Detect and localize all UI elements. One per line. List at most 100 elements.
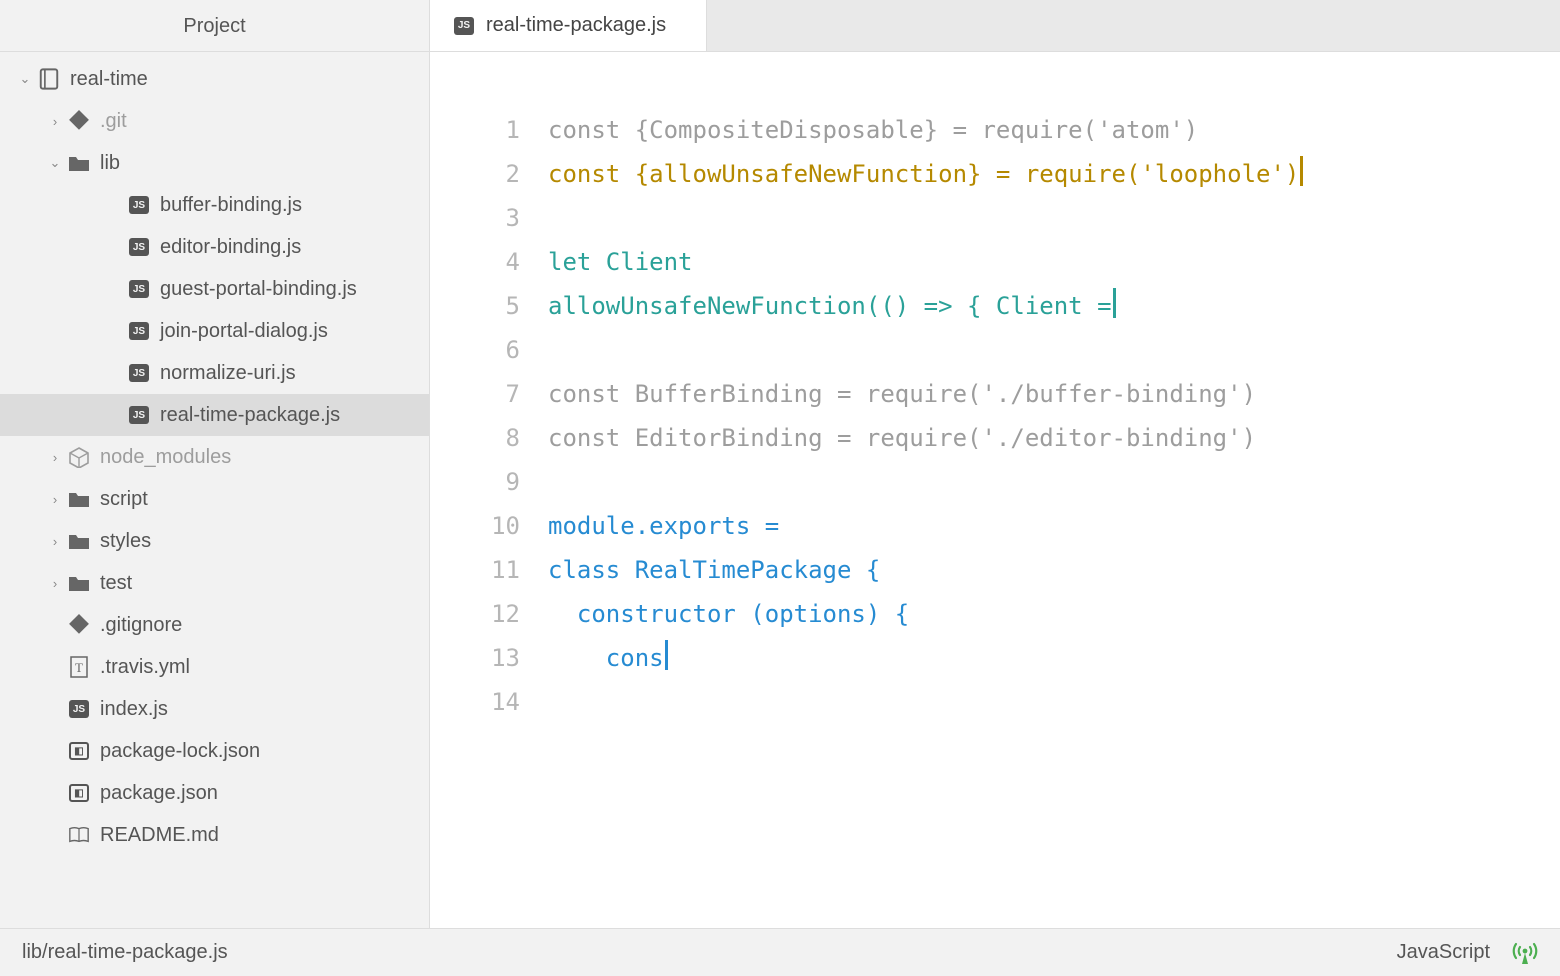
code-line[interactable]: const BufferBinding = require('./buffer-… [548,372,1560,416]
tree-item[interactable]: ⌄ real-time [0,58,429,100]
tree-item[interactable]: ›JSindex.js [0,688,429,730]
tree-item[interactable]: ›JSbuffer-binding.js [0,184,429,226]
tree-item[interactable]: ›JSnormalize-uri.js [0,352,429,394]
tree-item-label: styles [100,530,151,553]
tree-item[interactable]: ›.git [0,100,429,142]
line-number: 9 [430,460,520,504]
code-token: class RealTimePackage { [548,556,880,584]
pkg-icon [68,446,90,468]
repo-icon [38,68,60,90]
code-line[interactable]: class RealTimePackage { [548,548,1560,592]
code-line[interactable] [548,328,1560,372]
code-token: cons [548,644,664,672]
tree-item-label: lib [100,152,120,175]
svg-text:T: T [75,660,83,675]
line-number: 8 [430,416,520,460]
tree-item[interactable]: ⌄ lib [0,142,429,184]
js-file-icon: JS [454,17,474,35]
line-number: 3 [430,196,520,240]
line-gutter: 1234567891011121314 [430,108,548,928]
tree-item[interactable]: › node_modules [0,436,429,478]
code-line[interactable]: const EditorBinding = require('./editor-… [548,416,1560,460]
chevron-right-icon[interactable]: › [48,114,62,129]
code-line[interactable]: let Client [548,240,1560,284]
tab-active[interactable]: JS real-time-package.js [430,0,707,51]
line-number: 14 [430,680,520,724]
broadcast-icon[interactable] [1512,941,1538,965]
js-icon: JS [128,322,150,340]
status-language[interactable]: JavaScript [1397,941,1490,964]
code-line[interactable]: module.exports = [548,504,1560,548]
folder-icon [68,531,90,551]
tree-item-label: buffer-binding.js [160,194,302,217]
folder-icon [68,489,90,509]
chevron-down-icon[interactable]: ⌄ [48,155,62,171]
tree-item[interactable]: ›README.md [0,814,429,856]
code-token: module.exports = [548,512,779,540]
tree-item-label: real-time-package.js [160,404,340,427]
book-icon [68,825,90,845]
status-path[interactable]: lib/real-time-package.js [22,941,228,964]
tree-item[interactable]: ›JSjoin-portal-dialog.js [0,310,429,352]
editor-pane: JS real-time-package.js 1234567891011121… [430,0,1560,928]
code-line[interactable]: allowUnsafeNewFunction(() => { Client = [548,284,1560,328]
js-icon: JS [128,280,150,298]
tab-bar: JS real-time-package.js [430,0,1560,52]
tree-item[interactable]: ›T.travis.yml [0,646,429,688]
tree-item[interactable]: ›JSreal-time-package.js [0,394,429,436]
tree-item[interactable]: › script [0,478,429,520]
code-line[interactable]: constructor (options) { [548,592,1560,636]
tree-item-label: package-lock.json [100,740,260,763]
tree-item[interactable]: ›JSguest-portal-binding.js [0,268,429,310]
code-token: allowUnsafeNewFunction(() => { Client = [548,292,1112,320]
code-token: const {allowUnsafeNewFunction} = require… [548,160,1299,188]
js-icon: JS [128,238,150,256]
tree-item-label: index.js [100,698,168,721]
code-line[interactable]: const {allowUnsafeNewFunction} = require… [548,152,1560,196]
tree-item-label: join-portal-dialog.js [160,320,328,343]
tree-item[interactable]: ›◧package-lock.json [0,730,429,772]
chevron-right-icon[interactable]: › [48,450,62,465]
code-token: const EditorBinding = require('./editor-… [548,424,1256,452]
chevron-right-icon[interactable]: › [48,534,62,549]
tree-item-label: .gitignore [100,614,182,637]
js-icon: JS [128,406,150,424]
tree-item-label: script [100,488,148,511]
editor-body[interactable]: 1234567891011121314 const {CompositeDisp… [430,52,1560,928]
chevron-down-icon[interactable]: ⌄ [18,71,32,87]
code-token: const BufferBinding = require('./buffer-… [548,380,1256,408]
remote-cursor [1113,288,1116,318]
code-line[interactable]: cons [548,636,1560,680]
tree-item[interactable]: ›test [0,562,429,604]
db-icon: ◧ [68,784,90,802]
chevron-right-icon[interactable]: › [48,492,62,507]
tree-item[interactable]: › styles [0,520,429,562]
code-token: let Client [548,248,693,276]
code-line[interactable] [548,196,1560,240]
file-tree[interactable]: ⌄real-time›.git⌄lib›JSbuffer-binding.js›… [0,52,429,928]
line-number: 2 [430,152,520,196]
tab-label: real-time-package.js [486,14,666,37]
tree-item-label: package.json [100,782,218,805]
code-area[interactable]: const {CompositeDisposable} = require('a… [548,108,1560,928]
tree-item-label: .travis.yml [100,656,190,679]
chevron-right-icon[interactable]: › [48,576,62,591]
tree-item[interactable]: ›JSeditor-binding.js [0,226,429,268]
git-icon [68,110,90,132]
tree-item[interactable]: ›.gitignore [0,604,429,646]
git-icon [68,614,90,636]
tree-item-label: editor-binding.js [160,236,301,259]
line-number: 4 [430,240,520,284]
line-number: 5 [430,284,520,328]
remote-cursor [665,640,668,670]
tree-item-label: README.md [100,824,219,847]
code-line[interactable]: const {CompositeDisposable} = require('a… [548,108,1560,152]
line-number: 11 [430,548,520,592]
code-token: const {CompositeDisposable} = require('a… [548,116,1198,144]
code-line[interactable] [548,680,1560,724]
tree-item-label: real-time [70,68,148,91]
tree-item[interactable]: ›◧package.json [0,772,429,814]
tree-item-label: normalize-uri.js [160,362,296,385]
tree-item-label: node_modules [100,446,231,469]
code-line[interactable] [548,460,1560,504]
